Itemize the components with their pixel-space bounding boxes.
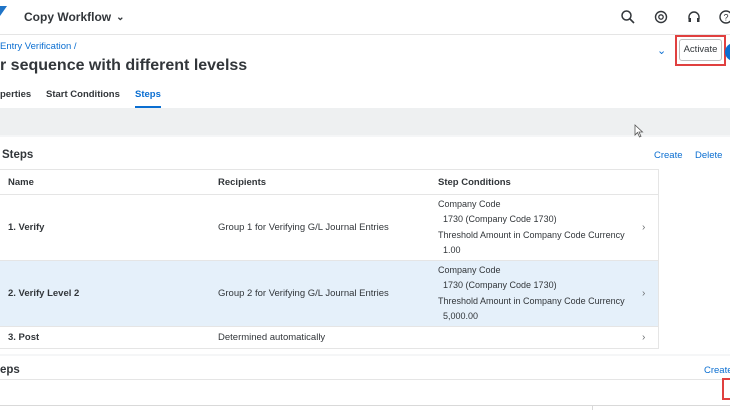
step-name: 3. Post: [8, 332, 40, 343]
condition-label: Threshold Amount in Company Code Currenc…: [438, 229, 625, 240]
condition-label: Threshold Amount in Company Code Currenc…: [438, 295, 625, 306]
condition-value: 1.00: [443, 245, 461, 255]
step-name: 1. Verify: [8, 222, 45, 233]
step-conditions: Company Code 1730 (Company Code 1730) Th…: [438, 263, 625, 325]
condition-value: 1730 (Company Code 1730): [443, 280, 557, 290]
step-recipients: Group 2 for Verifying G/L Journal Entrie…: [218, 288, 389, 299]
steps-panel-title: Steps: [2, 149, 34, 161]
lower-create-button[interactable]: Create: [704, 365, 730, 376]
chevron-right-icon[interactable]: ›: [642, 222, 645, 233]
notifications-icon[interactable]: [653, 9, 669, 25]
tab-properties[interactable]: perties: [0, 89, 46, 108]
breadcrumb[interactable]: Entry Verification /: [0, 41, 77, 52]
column-header-recipients[interactable]: Recipients: [218, 177, 266, 188]
divider: [0, 379, 730, 380]
activate-button[interactable]: Activate: [679, 39, 722, 61]
mouse-cursor-icon: [634, 124, 644, 138]
create-highlight-box: [722, 378, 730, 400]
table-row[interactable]: 2. Verify Level 2 Group 2 for Verifying …: [0, 261, 658, 327]
step-recipients: Group 1 for Verifying G/L Journal Entrie…: [218, 222, 389, 233]
condition-value: 1730 (Company Code 1730): [443, 214, 557, 224]
divider: [0, 405, 730, 406]
step-name: 2. Verify Level 2: [8, 288, 80, 299]
steps-table: Name Recipients Step Conditions 1. Verif…: [0, 169, 659, 349]
delete-step-button[interactable]: Delete: [695, 150, 722, 161]
table-header: Name Recipients Step Conditions: [0, 169, 658, 195]
column-header-step-conditions[interactable]: Step Conditions: [438, 177, 511, 188]
tab-start-conditions[interactable]: Start Conditions: [46, 89, 135, 108]
search-icon[interactable]: [620, 9, 636, 25]
chevron-down-icon[interactable]: ⌄: [657, 44, 669, 57]
condition-label: Company Code: [438, 198, 501, 209]
app-title: Copy Workflow: [24, 10, 112, 24]
section-band: [0, 108, 730, 135]
chevron-down-icon: ⌄: [116, 11, 125, 23]
column-header-name[interactable]: Name: [8, 177, 34, 188]
step-conditions: Company Code 1730 (Company Code 1730) Th…: [438, 197, 625, 259]
create-step-button[interactable]: Create: [654, 150, 683, 161]
headset-icon[interactable]: [686, 9, 702, 25]
step-recipients: Determined automatically: [218, 332, 326, 343]
svg-text:?: ?: [723, 13, 728, 23]
divider: [592, 405, 593, 410]
tab-bar: perties Start Conditions Steps: [0, 89, 161, 108]
table-row[interactable]: 3. Post Determined automatically ›: [0, 327, 658, 349]
steps-panel: Steps Create Delete Name Recipients Step…: [0, 137, 730, 354]
lower-steps-panel: eps Create: [0, 356, 730, 410]
tab-steps[interactable]: Steps: [135, 89, 161, 108]
sap-logo[interactable]: [0, 6, 7, 16]
object-header: Entry Verification / r sequence with dif…: [0, 35, 730, 108]
table-row[interactable]: 1. Verify Group 1 for Verifying G/L Jour…: [0, 195, 658, 261]
condition-label: Company Code: [438, 264, 501, 275]
page-title: r sequence with different levelss: [0, 57, 248, 74]
chevron-right-icon[interactable]: ›: [642, 332, 645, 343]
app-title-menu[interactable]: Copy Workflow ⌄: [24, 10, 125, 24]
shell-bar: Copy Workflow ⌄ ?: [0, 0, 730, 35]
chevron-right-icon[interactable]: ›: [642, 288, 645, 299]
condition-value: 5,000.00: [443, 311, 479, 321]
lower-panel-title: eps: [0, 364, 20, 376]
help-icon[interactable]: ?: [718, 9, 730, 25]
